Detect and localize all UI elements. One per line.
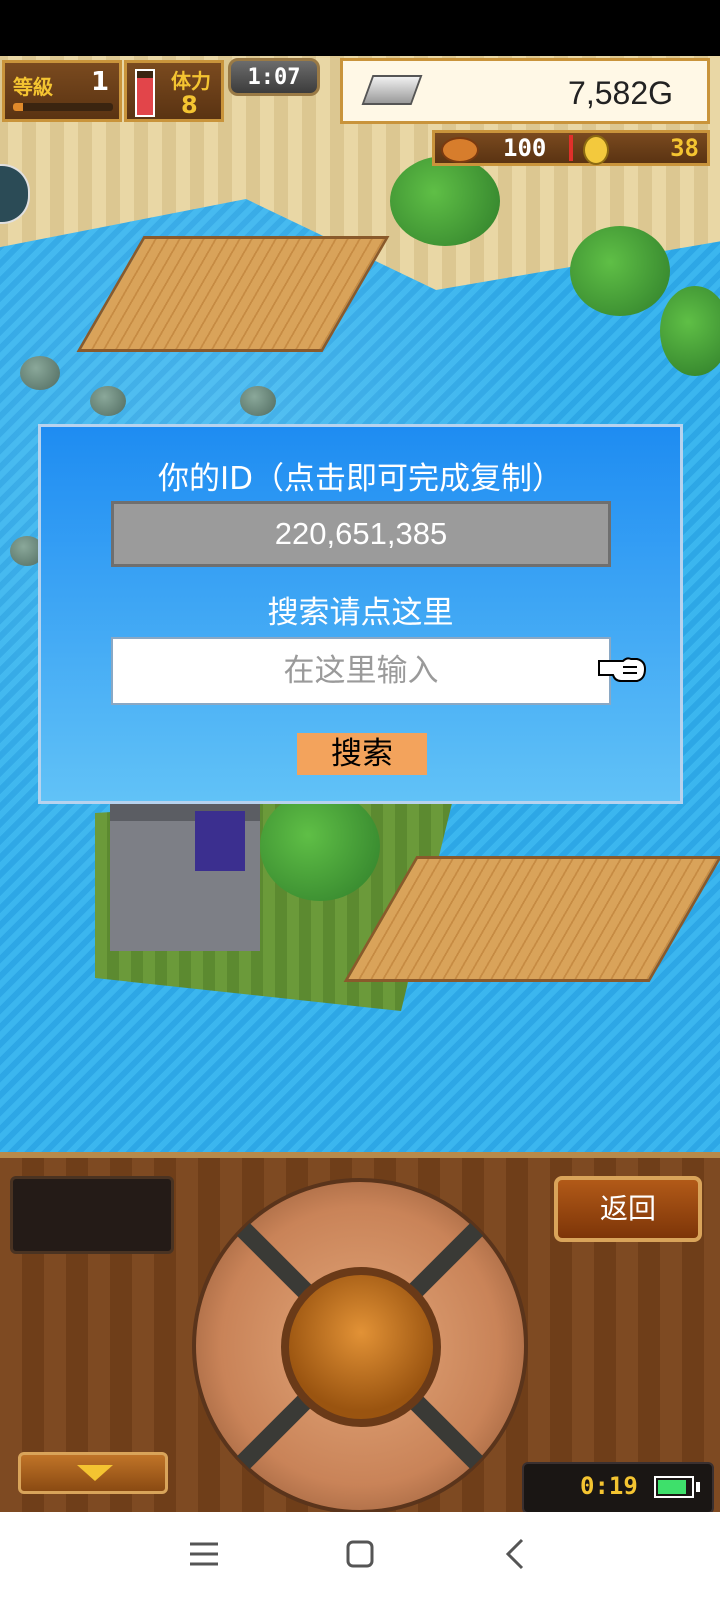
stamina-value: 8 [181, 91, 198, 119]
menu-icon[interactable] [184, 1534, 224, 1574]
rock [90, 386, 126, 416]
arrow-down-icon [77, 1465, 113, 1481]
meat-icon [441, 137, 479, 163]
wooden-pier [76, 236, 390, 352]
search-hint: 搜索请点这里 [267, 595, 454, 631]
back-icon[interactable] [496, 1534, 536, 1574]
palm-tree [660, 286, 720, 376]
gold-panel: 7,582G [340, 58, 710, 124]
battery-fill [658, 1480, 687, 1494]
clock-panel: 0:19 [522, 1462, 714, 1514]
timer-badge: 1:07 [228, 58, 320, 96]
shop-banner [195, 811, 245, 871]
back-button[interactable]: 返回 [554, 1176, 702, 1242]
pointing-hand-icon [598, 657, 647, 682]
clock-value: 0:19 [580, 1472, 638, 1500]
controller-panel: 返回 0:19 [0, 1152, 720, 1514]
gold-bar-icon [361, 75, 423, 105]
player-id-box[interactable]: 220,651,385 [111, 501, 611, 567]
home-icon[interactable] [340, 1534, 380, 1574]
fruit-tree [260, 791, 380, 901]
dialog-title: 你的ID（点击即可完成复制） [157, 461, 563, 497]
resource-divider [569, 135, 573, 161]
id-search-dialog: 你的ID（点击即可完成复制） 220,651,385 搜索请点这里 在这里输入 … [38, 424, 683, 804]
battery-icon [654, 1476, 694, 1498]
battery-tip [696, 1482, 700, 1492]
level-progress-bar [13, 103, 113, 111]
stamina-gauge-fill [137, 77, 153, 115]
dpad[interactable] [192, 1178, 528, 1514]
stamina-panel: 体力 8 [124, 60, 224, 122]
level-panel: 等級 1 [2, 60, 122, 122]
level-label: 等級 [13, 75, 53, 99]
search-input[interactable]: 在这里输入 [111, 637, 611, 705]
palm-tree [570, 226, 670, 316]
rock [20, 356, 60, 390]
rock [240, 386, 276, 416]
level-value: 1 [91, 67, 110, 97]
coin-icon [583, 135, 609, 165]
resource-bar: 100 38 [432, 130, 710, 166]
search-button[interactable]: 搜索 [297, 733, 427, 775]
food-value: 100 [503, 134, 547, 162]
dpad-center-button[interactable] [281, 1267, 441, 1427]
coin-value: 38 [670, 134, 699, 162]
stamina-gauge [135, 69, 155, 117]
gold-value: 7,582G [568, 75, 673, 111]
status-bar [0, 0, 720, 56]
stamina-label: 体力 [171, 69, 211, 93]
level-progress-fill [13, 103, 23, 111]
palm-tree [390, 156, 500, 246]
mini-screen [10, 1176, 174, 1254]
menu-toggle-button[interactable] [18, 1452, 168, 1494]
navigation-bar [0, 1512, 720, 1600]
